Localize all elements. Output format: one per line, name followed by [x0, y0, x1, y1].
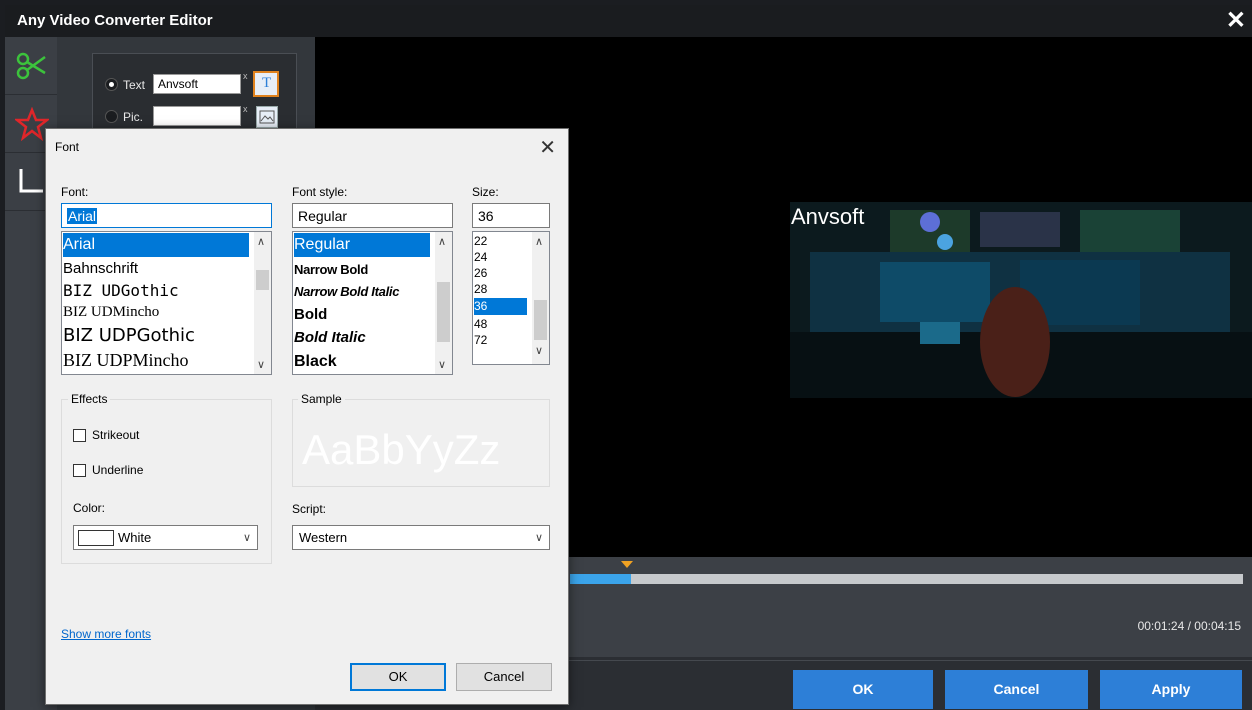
font-label: Font:	[61, 185, 89, 199]
color-label: Color:	[73, 501, 106, 515]
star-icon	[15, 107, 49, 141]
time-readout: 00:01:24 / 00:04:15	[1137, 619, 1241, 633]
scroll-thumb[interactable]	[256, 270, 269, 290]
list-item[interactable]: BIZ UDGothic	[63, 281, 179, 300]
list-item[interactable]: 36	[474, 298, 527, 315]
text-radio[interactable]	[105, 78, 118, 91]
color-select[interactable]: White ∨	[73, 525, 258, 550]
list-item[interactable]: 24	[474, 250, 487, 264]
font-size-input[interactable]: 36	[472, 203, 550, 228]
font-picker-button[interactable]: T	[253, 71, 279, 97]
video-scene-edited	[790, 202, 1252, 398]
script-label: Script:	[292, 502, 327, 516]
color-swatch	[78, 530, 114, 546]
sample-group: AaBbYyZz	[292, 399, 550, 487]
dialog-close-icon[interactable]: ✕	[539, 135, 556, 160]
playhead-marker[interactable]	[621, 561, 633, 568]
style-list-scrollbar[interactable]: ∧ ∨	[435, 232, 452, 374]
list-item[interactable]: Black	[294, 353, 337, 371]
font-list[interactable]: Arial Bahnschrift BIZ UDGothic BIZ UDMin…	[61, 231, 272, 375]
font-list-scrollbar[interactable]: ∧ ∨	[254, 232, 271, 374]
chevron-down-icon: ∨	[534, 532, 543, 544]
scissors-icon	[16, 52, 46, 80]
scroll-down-icon[interactable]: ∨	[257, 358, 265, 371]
cancel-button[interactable]: Cancel	[945, 670, 1088, 709]
progress-track[interactable]	[570, 574, 1243, 584]
crop-icon	[19, 169, 43, 193]
scroll-up-icon[interactable]: ∧	[438, 235, 446, 248]
list-item[interactable]: Bold	[294, 306, 327, 323]
image-picker-button[interactable]	[256, 106, 278, 128]
list-item[interactable]: Arial	[63, 233, 249, 257]
clear-pic-icon[interactable]: x	[243, 104, 248, 114]
strikeout-label: Strikeout	[92, 428, 140, 442]
list-item[interactable]: 28	[474, 282, 487, 296]
dialog-cancel-button[interactable]: Cancel	[456, 663, 552, 691]
window-title: Any Video Converter Editor	[17, 12, 213, 29]
font-style-input[interactable]: Regular	[292, 203, 453, 228]
font-dialog: Font ✕ Font: Arial Arial Bahnschrift BIZ…	[45, 128, 569, 705]
scroll-thumb[interactable]	[534, 300, 547, 340]
scroll-down-icon[interactable]: ∨	[438, 358, 446, 371]
size-list-scrollbar[interactable]: ∧ ∨	[532, 232, 549, 364]
list-item[interactable]: Bahnschrift	[63, 260, 138, 277]
sample-text: AaBbYyZz	[302, 426, 501, 473]
title-bar: Any Video Converter Editor ✕	[5, 5, 1252, 37]
effects-label: Effects	[68, 392, 111, 406]
script-select[interactable]: Western ∨	[292, 525, 550, 550]
size-label: Size:	[472, 185, 499, 199]
image-icon	[259, 110, 275, 124]
underline-label: Underline	[92, 463, 144, 477]
watermark-pic-input[interactable]	[153, 106, 241, 126]
list-item[interactable]: Narrow Bold	[294, 262, 368, 277]
show-more-fonts-link[interactable]: Show more fonts	[61, 627, 151, 641]
list-item[interactable]: BIZ UDPMincho	[63, 350, 189, 371]
list-item[interactable]: Narrow Bold Italic	[294, 284, 399, 299]
pic-option-label: Pic.	[123, 110, 144, 124]
pic-radio[interactable]	[105, 110, 118, 123]
font-style-list[interactable]: Regular Narrow Bold Narrow Bold Italic B…	[292, 231, 453, 375]
scroll-down-icon[interactable]: ∨	[535, 344, 543, 357]
underline-checkbox[interactable]	[73, 464, 86, 477]
chevron-down-icon: ∨	[242, 532, 251, 544]
list-item[interactable]: 72	[474, 333, 487, 347]
text-format-icon: T	[262, 75, 272, 91]
font-size-list[interactable]: 22 24 26 28 36 48 72 ∧ ∨	[472, 231, 550, 365]
list-item[interactable]: 48	[474, 317, 487, 331]
apply-button[interactable]: Apply	[1100, 670, 1242, 709]
strikeout-checkbox[interactable]	[73, 429, 86, 442]
trim-tool-button[interactable]	[5, 37, 57, 95]
font-name-input[interactable]: Arial	[61, 203, 272, 228]
dialog-title: Font	[55, 140, 80, 154]
watermark-text-input[interactable]: Anvsoft	[153, 74, 241, 94]
list-item[interactable]: BIZ UDPGothic	[63, 325, 195, 346]
color-value: White	[118, 530, 152, 545]
list-item[interactable]: BIZ UDMincho	[63, 304, 159, 321]
watermark-overlay-text: Anvsoft	[791, 204, 865, 229]
font-name-value: Arial	[67, 208, 98, 224]
scroll-up-icon[interactable]: ∧	[535, 235, 543, 248]
text-option-label: Text	[123, 78, 146, 92]
sample-label: Sample	[298, 392, 345, 406]
clear-text-icon[interactable]: x	[243, 71, 248, 81]
list-item[interactable]: Bold Italic	[294, 329, 366, 346]
progress-fill	[570, 574, 631, 584]
dialog-ok-button[interactable]: OK	[350, 663, 446, 691]
watermark-options: Text Anvsoft x T Pic. x	[92, 53, 297, 133]
edited-video-frame: Anvsoft	[790, 202, 1252, 398]
scroll-thumb[interactable]	[437, 282, 450, 342]
list-item[interactable]: 22	[474, 234, 487, 248]
ok-button[interactable]: OK	[793, 670, 933, 709]
font-style-label: Font style:	[292, 185, 348, 199]
list-item[interactable]: 26	[474, 266, 487, 280]
list-item[interactable]: Regular	[294, 233, 430, 257]
script-value: Western	[299, 530, 348, 545]
close-icon[interactable]: ✕	[1226, 7, 1246, 35]
scroll-up-icon[interactable]: ∧	[257, 235, 265, 248]
